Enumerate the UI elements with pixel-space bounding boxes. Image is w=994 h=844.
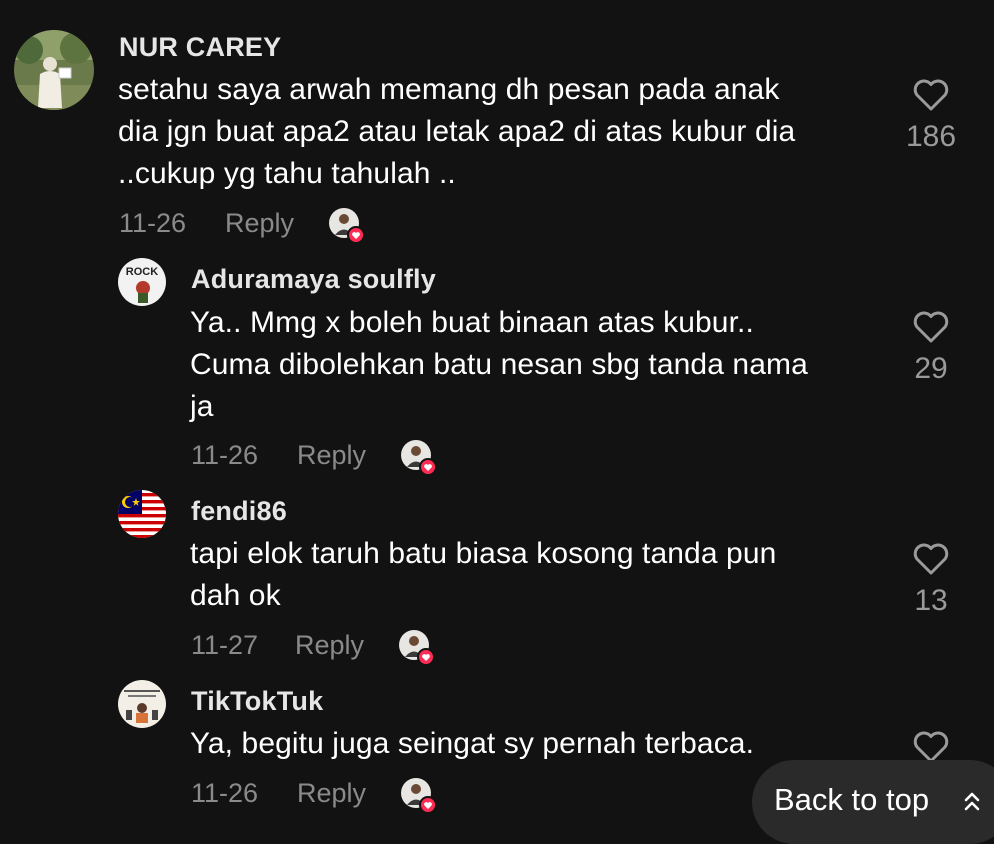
comment-username[interactable]: TikTokTuk [191,686,323,717]
comment-text-line: Cuma dibolehkan batu nesan sbg tanda nam… [190,348,808,381]
double-chevron-up-icon [962,788,982,816]
comment-text-line: tapi elok taruh batu biasa kosong tanda … [190,537,777,570]
creator-liked-heart-icon [400,439,437,476]
comment-text: setahu saya arwah memang dh pesan pada a… [118,69,795,195]
avatar[interactable] [118,680,166,728]
comment-text-line: setahu saya arwah memang dh pesan pada a… [118,73,780,106]
comment-username[interactable]: NUR CAREY [119,32,281,63]
creator-liked-heart-icon [400,777,437,814]
heart-outline-icon[interactable] [911,309,951,345]
comment-date: 11-26 [119,208,187,238]
comment-username[interactable]: Aduramaya soulfly [191,264,436,295]
like-count: 13 [914,584,948,617]
comment-date: 11-26 [191,440,259,470]
back-to-top-label: Back to top [774,782,930,817]
reply-button[interactable]: Reply [297,440,366,471]
avatar[interactable] [118,490,166,538]
heart-outline-icon[interactable] [911,77,951,113]
comment-text-line: ..cukup yg tahu tahulah .. [118,157,456,190]
heart-outline-icon[interactable] [911,541,951,577]
comment-text-line: Ya, begitu juga seingat sy pernah terbac… [190,727,755,760]
comment-text: Ya, begitu juga seingat sy pernah terbac… [190,723,754,765]
back-to-top-button[interactable]: Back to top [752,760,994,844]
like-count: 29 [914,352,948,385]
svg-text:ROCK: ROCK [126,266,158,278]
comment-date: 11-27 [191,630,259,660]
comment-text-line: Ya.. Mmg x boleh buat binaan atas kubur.… [190,306,754,339]
reply-button[interactable]: Reply [295,630,364,661]
comment-text-line: ja [190,390,214,423]
reply-button[interactable]: Reply [297,778,366,809]
comment-date: 11-26 [191,778,259,808]
creator-liked-heart-icon [398,629,435,666]
creator-liked-heart-icon [328,207,365,244]
comment-text-line: dah ok [190,579,281,612]
comment-text: Ya.. Mmg x boleh buat binaan atas kubur.… [190,302,808,428]
like-count: 186 [905,120,957,153]
avatar[interactable]: ROCK [118,258,166,306]
avatar[interactable] [14,30,94,110]
reply-button[interactable]: Reply [225,208,294,239]
comment-username[interactable]: fendi86 [191,496,287,527]
comment-text-line: dia jgn buat apa2 atau letak apa2 di ata… [118,115,796,148]
comment-text: tapi elok taruh batu biasa kosong tanda … [190,533,776,617]
